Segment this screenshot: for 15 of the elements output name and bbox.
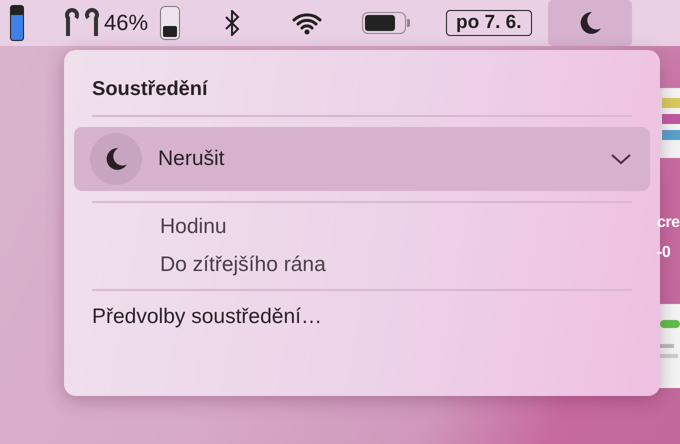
date-display[interactable]: po 7. 6. [446,10,532,36]
preferences-item[interactable]: Předvolby soustředění… [74,291,650,343]
menu-title: Soustředění [91,78,209,102]
bluetooth-icon[interactable] [224,10,240,36]
case-battery-icon [160,6,180,40]
wifi-icon[interactable] [292,11,322,35]
earbuds-icon [64,8,100,38]
focus-mode-item[interactable]: Nerušit [74,127,650,191]
level-meter [10,5,24,41]
duration-option[interactable]: Hodinu [160,215,650,239]
focus-button[interactable] [548,0,632,46]
chevron-icon[interactable] [610,153,632,165]
duration-option[interactable]: Do zítřejšího rána [160,253,650,277]
battery-percent: 46% [104,10,148,36]
battery-icon[interactable] [362,12,410,34]
